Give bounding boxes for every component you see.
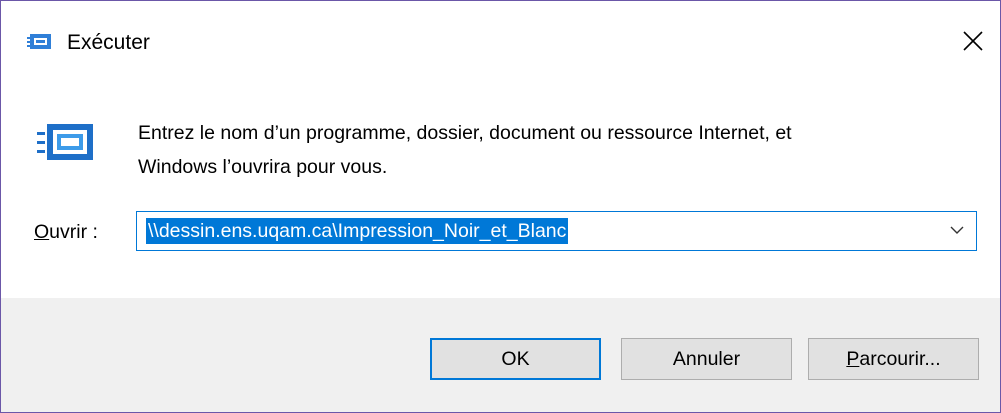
cancel-button-label: Annuler <box>672 347 741 370</box>
instruction-line-2: Windows l’ouvrira pour vous. <box>138 156 388 178</box>
run-dialog: Exécuter Entrez le nom d’un programme, d… <box>0 0 1001 413</box>
browse-button-accelerator: P <box>846 347 860 370</box>
browse-button-label: arcourir... <box>859 347 941 370</box>
close-button[interactable] <box>946 1 1000 80</box>
ok-button[interactable]: OK <box>430 338 601 380</box>
open-label-accelerator: O <box>34 221 50 243</box>
instruction-line-1: Entrez le nom d’un programme, dossier, d… <box>138 122 792 144</box>
button-bar: OK Annuler Parcourir... <box>1 298 1000 412</box>
cancel-button[interactable]: Annuler <box>621 338 792 380</box>
close-icon <box>963 30 983 51</box>
run-icon <box>27 32 53 52</box>
open-label-text: uvrir : <box>49 221 98 243</box>
open-input[interactable]: \\dessin.ens.uqam.ca\Impression_Noir_et_… <box>146 218 569 244</box>
ok-button-label: OK <box>501 347 530 370</box>
instruction-text: Entrez le nom d’un programme, dossier, d… <box>138 116 978 184</box>
dialog-content: Entrez le nom d’un programme, dossier, d… <box>1 80 1000 298</box>
open-label: Ouvrir : <box>34 220 98 244</box>
chevron-down-icon <box>950 222 964 240</box>
run-icon <box>37 122 97 166</box>
dropdown-button[interactable] <box>944 212 970 250</box>
open-combobox[interactable]: \\dessin.ens.uqam.ca\Impression_Noir_et_… <box>136 211 977 251</box>
title-bar[interactable]: Exécuter <box>1 1 1000 80</box>
window-title: Exécuter <box>67 31 150 54</box>
browse-button[interactable]: Parcourir... <box>808 338 979 380</box>
